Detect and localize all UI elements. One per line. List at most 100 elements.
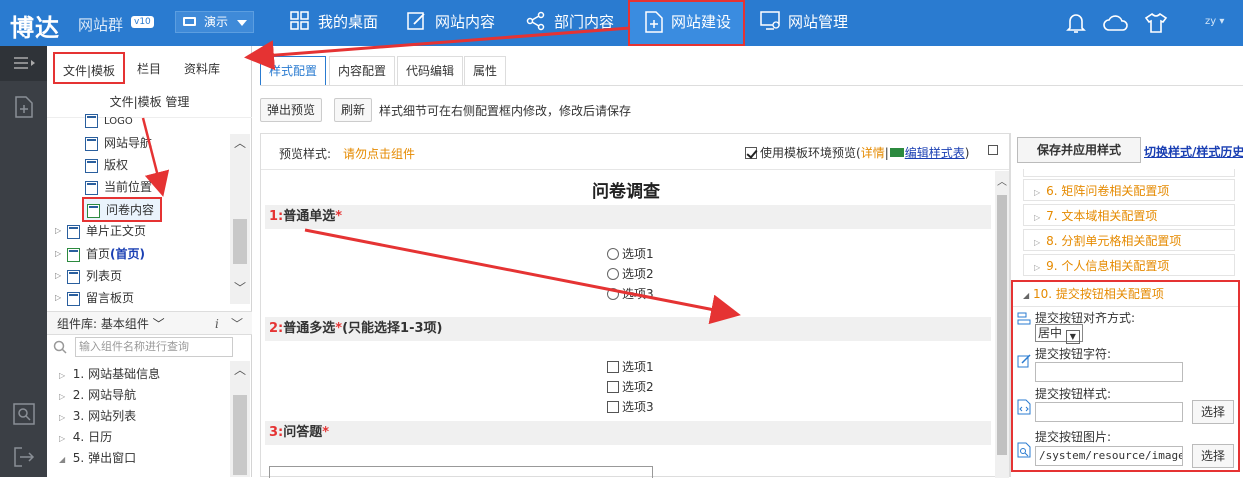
save-apply-style-button[interactable]: 保存并应用样式 — [1017, 137, 1141, 163]
preview-label: 预览样式: — [279, 147, 332, 161]
component-item[interactable]: ▷ 3. 网站列表 — [59, 407, 136, 424]
tree-item-home[interactable]: 首页(首页) — [67, 245, 145, 262]
nav-desktop[interactable]: 我的桌面 — [290, 0, 400, 46]
template-icon — [85, 136, 98, 151]
radio-button[interactable] — [607, 268, 619, 280]
config-item-label: 7. 文本域相关配置项 — [1046, 209, 1158, 223]
tab-content-config[interactable]: 内容配置 — [329, 56, 396, 86]
config-item-matrix[interactable]: ▷ 6. 矩阵问卷相关配置项 — [1023, 179, 1235, 201]
answer-textarea[interactable] — [269, 466, 653, 478]
tab-library[interactable]: 资料库 — [184, 52, 220, 84]
nav-dept-content[interactable]: 部门内容 — [526, 0, 636, 46]
select-style-button[interactable]: 选择 — [1192, 400, 1234, 424]
nav-site-admin[interactable]: 网站管理 — [760, 0, 870, 46]
detail-link[interactable]: 详情 — [861, 146, 885, 160]
submit-image-input[interactable]: /system/resource/images/ — [1035, 446, 1183, 466]
checkbox[interactable] — [607, 381, 619, 393]
tree-scrollbar[interactable]: ︿ ﹀ — [230, 134, 250, 304]
submit-text-input[interactable] — [1035, 362, 1183, 382]
tab-file-template[interactable]: 文件|模板 — [53, 52, 125, 84]
checkbox[interactable] — [607, 361, 619, 373]
menu-toggle[interactable] — [0, 46, 47, 81]
site-selector[interactable]: 演示 — [175, 11, 254, 33]
scroll-thumb[interactable] — [233, 395, 247, 475]
expand-icon[interactable]: ▷ — [55, 226, 61, 235]
tab-properties[interactable]: 属性 — [464, 56, 507, 86]
tab-column[interactable]: 栏目 — [137, 52, 161, 84]
expand-icon[interactable]: ▷ — [55, 249, 61, 258]
template-env-toggle[interactable]: 使用模板环境预览(详情| 编辑样式表) — [745, 144, 969, 161]
logout-icon[interactable] — [13, 446, 35, 468]
refresh-button[interactable]: 刷新 — [334, 98, 373, 122]
switch-style-history-link[interactable]: 切换样式/样式历史 — [1144, 143, 1243, 160]
radio-option[interactable]: 选项2 — [607, 265, 654, 282]
scroll-down-icon[interactable]: ﹀ — [230, 279, 250, 296]
component-label: 日历 — [88, 430, 113, 444]
tab-style-config[interactable]: 样式配置 — [260, 56, 327, 86]
info-icon[interactable]: i — [215, 312, 219, 336]
align-select[interactable]: 居中 ▼ — [1035, 324, 1083, 344]
preview-scrollbar[interactable]: ︿ — [995, 171, 1009, 478]
popup-preview-button[interactable]: 弹出预览 — [260, 98, 323, 122]
scroll-up-icon[interactable]: ︿ — [995, 173, 1009, 188]
tree-item-copyright[interactable]: 版权 — [85, 156, 128, 173]
nav-site-content[interactable]: 网站内容 — [407, 0, 517, 46]
tree-item-location[interactable]: 当前位置 — [85, 178, 152, 195]
scroll-thumb[interactable] — [997, 195, 1007, 455]
question-note: (只能选择1-3项) — [342, 321, 443, 336]
config-item-submit[interactable]: ◢ 10. 提交按钮相关配置项 — [1023, 285, 1164, 302]
tree-item-guestbook[interactable]: 留言板页 — [67, 289, 134, 306]
maximize-icon[interactable] — [988, 145, 998, 155]
question-number: 2: — [269, 321, 284, 336]
component-item[interactable]: ▷ 4. 日历 — [59, 428, 112, 445]
bell-icon[interactable] — [1066, 12, 1086, 34]
nav-site-build[interactable]: 网站建设 — [628, 0, 745, 46]
component-item[interactable]: ▷ 1. 网站基础信息 — [59, 365, 160, 382]
edit-stylesheet-link[interactable]: 编辑样式表 — [905, 146, 965, 160]
cloud-icon[interactable] — [1103, 14, 1129, 32]
component-scrollbar[interactable]: ︿ — [230, 361, 250, 477]
user-menu[interactable]: zy ▾ — [1205, 16, 1224, 27]
radio-option[interactable]: 选项1 — [607, 245, 654, 262]
collapse-chevron-icon[interactable]: ﹀ — [231, 312, 243, 336]
component-search-input[interactable]: 输入组件名称进行查询 — [75, 337, 233, 357]
preview-search-icon[interactable] — [13, 403, 35, 425]
component-label: 网站列表 — [88, 409, 137, 423]
checkbox[interactable] — [607, 401, 619, 413]
checkbox-option[interactable]: 选项2 — [607, 378, 654, 395]
checkbox-option[interactable]: 选项3 — [607, 398, 654, 415]
config-item-split-cell[interactable]: ▷ 8. 分割单元格相关配置项 — [1023, 229, 1235, 251]
checkbox-checked[interactable] — [745, 147, 757, 159]
scroll-thumb[interactable] — [233, 219, 247, 264]
collapse-icon: ◢ — [59, 455, 66, 464]
menu-collapse-icon — [14, 57, 35, 69]
scroll-up-icon[interactable]: ︿ — [230, 134, 250, 151]
checkbox-option[interactable]: 选项1 — [607, 358, 654, 375]
question-2-header: 2:普通多选*(只能选择1-3项) — [265, 317, 991, 341]
expand-icon[interactable]: ▷ — [55, 271, 61, 280]
component-item[interactable]: ▷ 2. 网站导航 — [59, 386, 136, 403]
scroll-up-icon[interactable]: ︿ — [230, 361, 250, 378]
tree-item-list[interactable]: 列表页 — [67, 267, 122, 284]
shirt-icon[interactable] — [1144, 12, 1168, 34]
submit-style-input[interactable] — [1035, 402, 1183, 422]
select-image-button[interactable]: 选择 — [1192, 444, 1234, 468]
component-item[interactable]: ◢ 5. 弹出窗口 — [59, 449, 136, 466]
tree-item-logo[interactable]: LOGO — [85, 114, 133, 128]
expand-icon[interactable]: ▷ — [55, 293, 61, 302]
radio-option[interactable]: 选项3 — [607, 285, 654, 302]
component-library-label: 组件库: 基本组件 — [57, 317, 149, 331]
config-item-personal-info[interactable]: ▷ 9. 个人信息相关配置项 — [1023, 254, 1235, 276]
tree-item-survey[interactable]: 问卷内容 — [82, 197, 163, 222]
radio-button[interactable] — [607, 248, 619, 260]
component-library-bar[interactable]: 组件库: 基本组件 ﹀ i ﹀ — [47, 311, 252, 335]
tree-item-single-page[interactable]: 单片正文页 — [67, 222, 146, 239]
radio-button[interactable] — [607, 288, 619, 300]
tab-code-edit[interactable]: 代码编辑 — [397, 56, 464, 86]
css-icon — [889, 148, 904, 157]
nav-desktop-label: 我的桌面 — [318, 13, 379, 31]
tree-item-nav[interactable]: 网站导航 — [85, 134, 152, 151]
config-item-textarea[interactable]: ▷ 7. 文本域相关配置项 — [1023, 204, 1235, 226]
add-page-rail-icon[interactable] — [13, 96, 35, 118]
option-label: 选项1 — [622, 247, 654, 261]
